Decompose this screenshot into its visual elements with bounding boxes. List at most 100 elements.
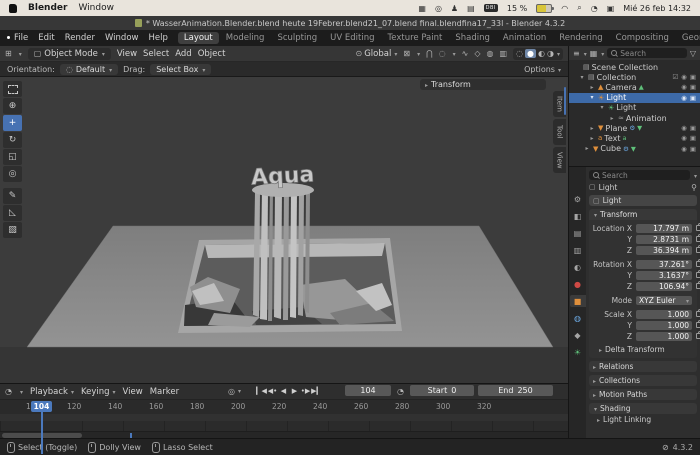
tab-world[interactable]: ● xyxy=(570,278,586,290)
play-reverse-button[interactable]: ◀ xyxy=(278,387,289,395)
outliner-row-light-data[interactable]: ▾ ☀ Light xyxy=(569,103,700,113)
camera-restrict-icon[interactable]: ▣ xyxy=(690,94,696,102)
shading-wireframe-icon[interactable]: ◌ xyxy=(516,49,523,58)
relations-panel[interactable]: Relations xyxy=(589,361,697,372)
keying-menu[interactable]: Keying xyxy=(81,387,116,397)
filter-funnel-icon[interactable]: ▽ xyxy=(690,49,696,58)
keying-set-icon[interactable]: ◎ xyxy=(228,387,235,396)
number-field[interactable]: 2.8731 m xyxy=(636,235,692,244)
eye-icon[interactable]: ◉ xyxy=(681,83,687,91)
pin-icon[interactable]: ⚲ xyxy=(691,183,697,192)
delta-transform-panel[interactable]: Delta Transform xyxy=(591,344,695,354)
viewport-canvas[interactable]: Aqua ⊕ + ↻ ◱ ◎ ✎ ◺ ▧ Transform Item Tool… xyxy=(0,77,568,383)
playhead-line[interactable] xyxy=(41,412,43,454)
camera-restrict-icon[interactable]: ▣ xyxy=(690,145,696,153)
wifi-icon[interactable]: ◠ xyxy=(561,4,568,13)
outliner-row-plane[interactable]: ▸ ▼ Plane ⚙ ▼ ◉ ▣ xyxy=(569,123,700,133)
shading-panel[interactable]: Shading xyxy=(589,403,697,414)
eye-icon[interactable]: ◉ xyxy=(681,134,687,142)
number-field[interactable]: 36.394 m xyxy=(636,246,692,255)
start-frame-field[interactable]: Start0 xyxy=(410,385,474,396)
outliner-row-cube[interactable]: ▸ ▼ Cube ⚙ ▼ ◉ ▣ xyxy=(569,144,700,154)
tab-layout[interactable]: Layout xyxy=(178,32,219,44)
tab-render[interactable]: ◧ xyxy=(570,210,586,222)
snap-icon[interactable]: ⊠ xyxy=(403,49,410,58)
tab-modeling[interactable]: Modeling xyxy=(220,32,271,44)
camera-restrict-icon[interactable]: ▣ xyxy=(690,73,696,81)
npanel-scrollbar[interactable] xyxy=(564,87,566,115)
eye-icon[interactable]: ◉ xyxy=(681,94,687,102)
lock-icon[interactable] xyxy=(696,272,700,278)
spotlight-icon[interactable]: ⌕ xyxy=(577,3,581,13)
current-frame-field[interactable]: 104 xyxy=(345,385,391,396)
move-tool[interactable]: + xyxy=(3,115,22,131)
editor-type-icon[interactable]: ⊞ xyxy=(5,49,12,58)
end-frame-field[interactable]: End250 xyxy=(478,385,553,396)
mode-selector[interactable]: ▢ Object Mode xyxy=(28,48,111,60)
play-button[interactable]: ▶ xyxy=(289,387,300,395)
tab-compositing[interactable]: Compositing xyxy=(610,32,675,44)
menu-render[interactable]: Render xyxy=(60,33,100,43)
tab-scene[interactable]: ◐ xyxy=(570,261,586,273)
tab-output[interactable]: ▤ xyxy=(570,227,586,239)
number-field[interactable]: 1.000 xyxy=(636,332,692,341)
outliner-row-collection[interactable]: ▾ ▤ Collection ☑ ◉ ▣ xyxy=(569,72,700,82)
drag-dropdown[interactable]: Select Box xyxy=(150,64,211,75)
menu-select[interactable]: Select xyxy=(143,49,169,59)
tab-animation[interactable]: Animation xyxy=(497,32,552,44)
tab-object[interactable]: ■ xyxy=(570,295,586,307)
outliner-row-light-selected[interactable]: ▾ ☀ Light ◉ ▣ xyxy=(569,93,700,103)
tab-object-data[interactable]: ☀ xyxy=(570,346,586,358)
lock-icon[interactable] xyxy=(696,261,700,267)
prev-keyframe-button[interactable]: ◀• xyxy=(267,387,278,395)
eye-icon[interactable]: ◉ xyxy=(681,73,687,81)
menubar-datetime[interactable]: Mié 26 feb 14:32 xyxy=(623,4,691,13)
outliner-row-scene-collection[interactable]: ▤ Scene Collection xyxy=(569,62,700,72)
tab-rendering[interactable]: Rendering xyxy=(553,32,608,44)
outliner-editor-icon[interactable]: ≡ xyxy=(573,49,580,58)
eye-icon[interactable]: ◉ xyxy=(681,145,687,153)
number-field[interactable]: 1.000 xyxy=(636,321,692,330)
outliner-row-text[interactable]: ▸ a Text a ◉ ▣ xyxy=(569,133,700,143)
timeline-tracks[interactable] xyxy=(0,414,568,431)
stopwatch-icon[interactable]: ◔ xyxy=(397,385,404,397)
cursor-tool[interactable]: ⊕ xyxy=(3,98,22,114)
outliner-row-animation[interactable]: ▸ ≈ Animation xyxy=(569,113,700,123)
properties-search-input[interactable]: Search xyxy=(589,170,690,180)
number-field[interactable]: 17.797 m xyxy=(636,224,692,233)
tab-constraints[interactable]: ◆ xyxy=(570,329,586,341)
keyboard-icon[interactable]: ▦ xyxy=(418,4,426,13)
gizmo-icon[interactable]: ◇ xyxy=(474,49,480,58)
npanel-tab-view[interactable]: View xyxy=(553,147,566,173)
collections-panel[interactable]: Collections xyxy=(589,375,697,386)
menu-help[interactable]: Help xyxy=(143,33,172,43)
display-mode-icon[interactable]: ▦ xyxy=(590,49,598,58)
menu-view[interactable]: View xyxy=(117,49,137,59)
number-field[interactable]: 37.261° xyxy=(636,260,692,269)
tab-physics[interactable]: ◍ xyxy=(570,312,586,324)
outliner-search-input[interactable]: Search xyxy=(607,48,687,58)
pivot-point-icon[interactable]: ∿ xyxy=(462,49,469,58)
orientation-dropdown[interactable]: ◌ Default xyxy=(60,64,118,75)
view-menu[interactable]: View xyxy=(123,387,143,397)
number-field[interactable]: 106.94° xyxy=(636,282,692,291)
object-name-field[interactable]: ▢ Light xyxy=(589,195,697,206)
user-icon[interactable]: ♟ xyxy=(451,4,458,13)
timeline-editor-icon[interactable]: ◔ xyxy=(5,387,12,396)
transform-tool[interactable]: ◎ xyxy=(3,166,22,182)
tab-geometry-nodes[interactable]: Geometry Nodes xyxy=(676,32,700,44)
jump-to-end-button[interactable]: ▶▎ xyxy=(311,387,322,395)
camera-restrict-icon[interactable]: ▣ xyxy=(690,124,696,132)
lock-icon[interactable] xyxy=(696,322,700,328)
playback-menu[interactable]: Playback xyxy=(30,387,74,397)
tab-uv-editing[interactable]: UV Editing xyxy=(324,32,380,44)
playhead-badge[interactable]: 104 xyxy=(31,401,52,412)
shading-material-icon[interactable]: ◐ xyxy=(538,49,545,58)
npanel-tab-tool[interactable]: Tool xyxy=(553,119,566,145)
tab-shading[interactable]: Shading xyxy=(449,32,496,44)
measure-tool[interactable]: ◺ xyxy=(3,205,22,221)
tab-texture-paint[interactable]: Texture Paint xyxy=(382,32,449,44)
network-offline-icon[interactable]: ⊘ xyxy=(662,443,669,452)
menu-object[interactable]: Object xyxy=(198,49,226,59)
marker-menu[interactable]: Marker xyxy=(150,387,179,397)
